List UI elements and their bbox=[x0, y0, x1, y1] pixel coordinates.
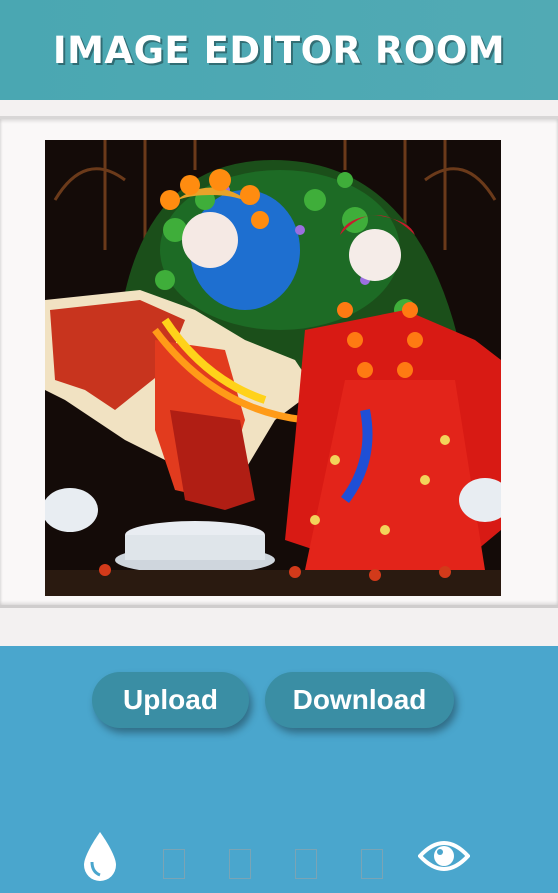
upload-button[interactable]: Upload bbox=[92, 672, 249, 728]
app-title: IMAGE EDITOR ROOM bbox=[52, 28, 506, 72]
divider-bottom bbox=[0, 605, 558, 646]
drop-icon[interactable] bbox=[82, 832, 118, 887]
controls-panel: Upload Download bbox=[0, 646, 558, 893]
editor-image[interactable] bbox=[45, 140, 501, 596]
missing-glyph-icon[interactable] bbox=[229, 849, 251, 879]
divider-top bbox=[0, 100, 558, 119]
missing-glyph-icon[interactable] bbox=[361, 849, 383, 879]
eye-icon[interactable] bbox=[417, 838, 471, 879]
download-button[interactable]: Download bbox=[265, 672, 454, 728]
missing-glyph-icon[interactable] bbox=[295, 849, 317, 879]
missing-glyph-icon[interactable] bbox=[163, 849, 185, 879]
app-header: IMAGE EDITOR ROOM bbox=[0, 0, 558, 100]
filter-toolbar bbox=[0, 826, 558, 886]
deity-image-illustration bbox=[45, 140, 501, 596]
